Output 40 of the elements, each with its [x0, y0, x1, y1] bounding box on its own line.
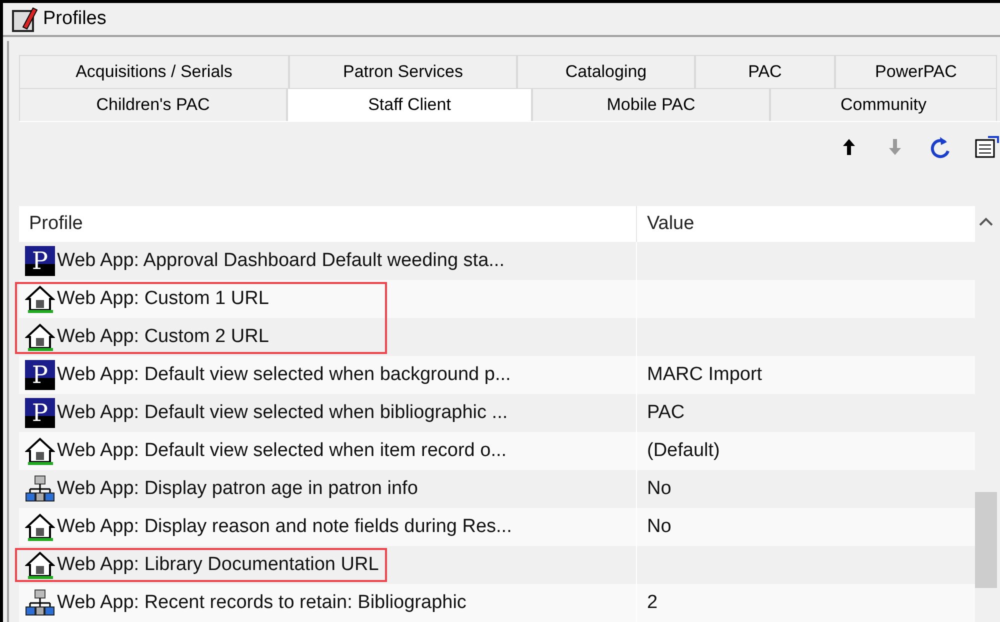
profile-value: PAC: [647, 402, 685, 424]
chevron-up-icon: [979, 216, 993, 226]
profile-name: Web App: Recent records to retain: Bibliographic: [57, 592, 466, 614]
profile-value: (Default): [647, 440, 720, 462]
profile-value: MARC Import: [647, 364, 762, 386]
profile-name: Web App: Display reason and note fields during Res...: [57, 516, 512, 538]
window-title: Profiles: [43, 8, 106, 30]
tab[interactable]: Staff Client: [287, 88, 532, 121]
house-icon: [25, 512, 55, 542]
profile-name: Web App: Library Documentation URL: [57, 554, 379, 576]
column-header[interactable]: Value: [637, 206, 975, 242]
house-icon: [25, 550, 55, 580]
tab[interactable]: Acquisitions / Serials: [19, 55, 289, 88]
tab[interactable]: Patron Services: [289, 55, 517, 88]
profile-name: Web App: Default view selected when background p...: [57, 364, 511, 386]
profile-name: Web App: Default view selected when item record o...: [57, 440, 507, 462]
profile-value: 2: [647, 592, 658, 614]
up-arrow-icon: [842, 138, 856, 156]
network-icon: [25, 474, 55, 504]
down-arrow-icon: [888, 138, 902, 156]
tab[interactable]: Cataloging: [517, 55, 695, 88]
tab[interactable]: Community: [770, 88, 997, 121]
profile-value: No: [647, 516, 672, 538]
tab[interactable]: PowerPAC: [835, 55, 997, 88]
refresh-icon: [930, 135, 952, 159]
profile-name: Web App: Approval Dashboard Default weeding sta...: [57, 250, 504, 272]
tab[interactable]: PAC: [695, 55, 835, 88]
profile-value: No: [647, 478, 672, 500]
network-icon: [25, 588, 55, 618]
house-icon: [25, 284, 55, 314]
house-icon: [25, 322, 55, 352]
scrollbar-thumb[interactable]: [975, 492, 997, 588]
properties-button[interactable]: [974, 134, 1000, 160]
house-icon: [25, 436, 55, 466]
profile-name: Web App: Custom 2 URL: [57, 326, 269, 348]
tab[interactable]: Mobile PAC: [532, 88, 770, 121]
profile-name: Web App: Default view selected when bibliographic ...: [57, 402, 508, 424]
profile-name: Web App: Display patron age in patron info: [57, 478, 418, 500]
tab[interactable]: Children's PAC: [19, 88, 287, 121]
profile-name: Web App: Custom 1 URL: [57, 288, 269, 310]
